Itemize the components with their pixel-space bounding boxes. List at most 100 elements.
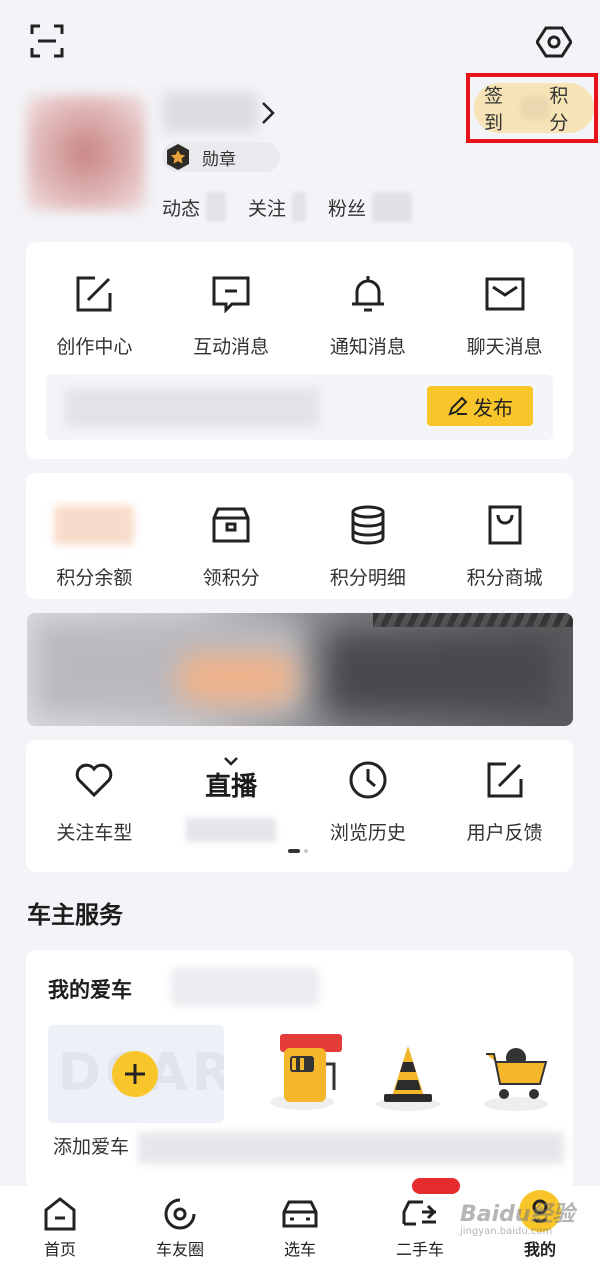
messages-grid: 创作中心 互动消息 通知消息 聊天消息 [26, 270, 573, 359]
tab-mine-label: 我的 [523, 1240, 556, 1259]
top-bar [0, 0, 600, 80]
medal-star-icon [167, 144, 189, 170]
checkin-points-value [520, 97, 550, 119]
tab-select-car-label: 选车 [283, 1240, 316, 1259]
publish-row: 发布 [46, 374, 553, 440]
circle-target-icon [164, 1198, 196, 1230]
home-icon [44, 1197, 76, 1231]
my-car-title: 我的爱车 [48, 978, 132, 1002]
owner-services-title: 车主服务 [27, 901, 123, 929]
service-labels-blurred [138, 1132, 564, 1164]
page-indicator [288, 849, 308, 853]
comment-icon [212, 270, 250, 318]
add-car-tile[interactable]: DCAR [48, 1025, 224, 1123]
creator-center-label: 创作中心 [56, 336, 133, 358]
add-car-label: 添加爱车 [53, 1136, 130, 1158]
creator-center-item[interactable]: 创作中心 [26, 270, 163, 359]
user-feedback-item[interactable]: 用户反馈 [436, 756, 573, 847]
settings-hexagon-icon[interactable] [534, 22, 574, 62]
points-details-item[interactable]: 积分明细 [300, 501, 437, 590]
followed-models-item[interactable]: 关注车型 [26, 756, 163, 847]
car-front-icon [282, 1200, 318, 1228]
shopping-bag-icon [487, 501, 523, 549]
publish-placeholder[interactable] [64, 388, 320, 428]
notification-messages-label: 通知消息 [329, 336, 406, 358]
fuel-station-illustration[interactable] [268, 1030, 348, 1110]
checkin-points-label: 积分 [549, 85, 569, 134]
notification-messages-item[interactable]: 通知消息 [300, 270, 437, 359]
envelope-icon [485, 270, 525, 318]
bell-icon [349, 270, 387, 318]
box-icon [211, 501, 251, 549]
publish-label: 发布 [473, 395, 513, 420]
profile-stats: 动态 关注 粉丝 [162, 192, 434, 222]
live-tv-icon: 直播 [205, 756, 257, 804]
browse-history-label: 浏览历史 [329, 822, 406, 844]
profile-logo-icon [519, 1190, 561, 1232]
bottom-tab-bar: 首页 车友圈 选车 二手车 我的 [0, 1178, 600, 1268]
tab-mine[interactable]: 我的 [480, 1186, 600, 1268]
tab-car-circle[interactable]: 车友圈 [120, 1186, 240, 1268]
stat-followers-label[interactable]: 粉丝 [328, 194, 366, 221]
checkin-label: 签到 [484, 85, 504, 134]
traffic-cone-illustration[interactable] [372, 1036, 452, 1116]
points-grid: 积分余额 领积分 积分明细 积分商城 [26, 501, 573, 590]
stat-posts-label[interactable]: 动态 [162, 194, 200, 221]
tools-card: 关注车型 直播 浏览历史 用户反馈 [26, 740, 573, 872]
medal-label: 勋章 [202, 149, 236, 170]
points-mall-label: 积分商城 [466, 567, 543, 589]
browse-history-item[interactable]: 浏览历史 [300, 756, 437, 847]
my-car-card: 我的爱车 DCAR 添加爱车 [26, 950, 573, 1190]
stat-followers-value [372, 192, 413, 222]
banner-stripe [373, 613, 573, 627]
edit-square-icon [486, 756, 524, 804]
edit-square-icon [75, 270, 113, 318]
followed-models-label: 关注车型 [56, 822, 133, 844]
username[interactable] [162, 92, 258, 132]
tools-grid: 关注车型 直播 浏览历史 用户反馈 [26, 756, 573, 847]
chat-messages-item[interactable]: 聊天消息 [436, 270, 573, 359]
points-balance-item[interactable]: 积分余额 [26, 501, 163, 590]
publish-button[interactable]: 发布 [427, 386, 533, 426]
points-details-label: 积分明细 [329, 567, 406, 589]
points-balance-label: 积分余额 [56, 567, 133, 589]
interaction-messages-label: 互动消息 [193, 336, 270, 358]
tab-home[interactable]: 首页 [0, 1186, 120, 1268]
stat-following-value [292, 192, 307, 222]
my-car-subtitle [171, 968, 319, 1006]
stat-posts-value [206, 192, 227, 222]
interaction-messages-item[interactable]: 互动消息 [163, 270, 300, 359]
messages-card: 创作中心 互动消息 通知消息 聊天消息 发布 [26, 242, 573, 459]
checkin-highlight-box: 签到 积分 [466, 73, 598, 143]
scan-icon[interactable] [28, 22, 66, 60]
points-mall-item[interactable]: 积分商城 [436, 501, 573, 590]
pencil-icon [448, 396, 468, 416]
medal-badge[interactable]: 勋章 [162, 142, 280, 172]
tab-used-car-badge [412, 1178, 460, 1194]
checkin-button[interactable]: 签到 积分 [474, 83, 594, 134]
live-label-blurred [186, 818, 277, 847]
points-card: 积分余额 领积分 积分明细 积分商城 [26, 473, 573, 599]
tab-used-car[interactable]: 二手车 [360, 1178, 480, 1268]
points-balance-value [54, 501, 135, 549]
live-item[interactable]: 直播 [163, 756, 300, 847]
chat-messages-label: 聊天消息 [466, 336, 543, 358]
shopping-cart-illustration[interactable] [480, 1036, 560, 1116]
stat-following-label[interactable]: 关注 [248, 194, 286, 221]
heart-icon [74, 756, 114, 804]
banner-blur-b [177, 653, 297, 703]
clock-icon [348, 756, 388, 804]
claim-points-label: 领积分 [202, 567, 260, 589]
car-swap-icon [402, 1200, 437, 1226]
tab-car-circle-label: 车友圈 [155, 1240, 204, 1259]
tab-used-car-label: 二手车 [395, 1240, 444, 1259]
chevron-right-icon[interactable] [260, 100, 276, 130]
user-feedback-label: 用户反馈 [466, 822, 543, 844]
plus-icon[interactable] [112, 1051, 158, 1097]
claim-points-item[interactable]: 领积分 [163, 501, 300, 590]
avatar[interactable] [26, 95, 146, 211]
tab-home-label: 首页 [43, 1240, 76, 1259]
tab-select-car[interactable]: 选车 [240, 1186, 360, 1268]
banner-blur-c [327, 633, 557, 713]
promo-banner[interactable] [27, 613, 573, 726]
